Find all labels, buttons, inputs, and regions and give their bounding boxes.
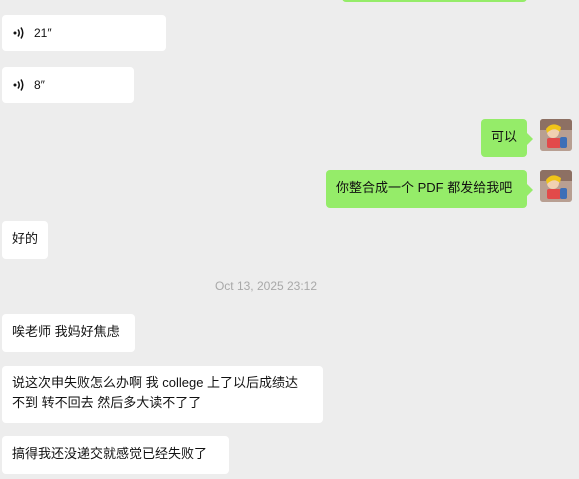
outgoing-message-partial[interactable] bbox=[342, 0, 527, 2]
voice-duration: 21″ bbox=[34, 26, 52, 40]
message-text-line-2: 不到 转不回去 然后多大读不了了 bbox=[12, 395, 202, 410]
voice-duration: 8″ bbox=[34, 78, 45, 92]
outgoing-message[interactable]: 可以 bbox=[481, 119, 533, 157]
message-text-line-1: 说这次申失败怎么办啊 我 college 上了以后成绩达 bbox=[12, 375, 299, 390]
avatar[interactable] bbox=[540, 119, 572, 151]
outgoing-message[interactable]: 你整合成一个 PDF 都发给我吧 bbox=[326, 170, 533, 208]
voice-wave-icon bbox=[12, 26, 26, 40]
incoming-message[interactable]: 说这次申失败怎么办啊 我 college 上了以后成绩达 不到 转不回去 然后多… bbox=[2, 366, 323, 423]
incoming-message[interactable]: 唉老师 我妈好焦虑 bbox=[2, 314, 135, 352]
voice-message[interactable]: 8″ bbox=[2, 67, 134, 103]
voice-message[interactable]: 21″ bbox=[2, 15, 166, 51]
avatar[interactable] bbox=[540, 170, 572, 202]
message-text: 搞得我还没递交就感觉已经失败了 bbox=[12, 446, 208, 461]
incoming-message[interactable]: 搞得我还没递交就感觉已经失败了 bbox=[2, 436, 229, 474]
message-text: 你整合成一个 PDF 都发给我吧 bbox=[336, 180, 513, 195]
message-text: 好的 bbox=[12, 231, 39, 246]
timestamp: Oct 13, 2025 23:12 bbox=[214, 279, 318, 293]
message-text: 唉老师 我妈好焦虑 bbox=[12, 324, 120, 339]
voice-wave-icon bbox=[12, 78, 26, 92]
message-text: 可以 bbox=[491, 129, 518, 144]
incoming-message[interactable]: 好的 bbox=[2, 221, 48, 259]
